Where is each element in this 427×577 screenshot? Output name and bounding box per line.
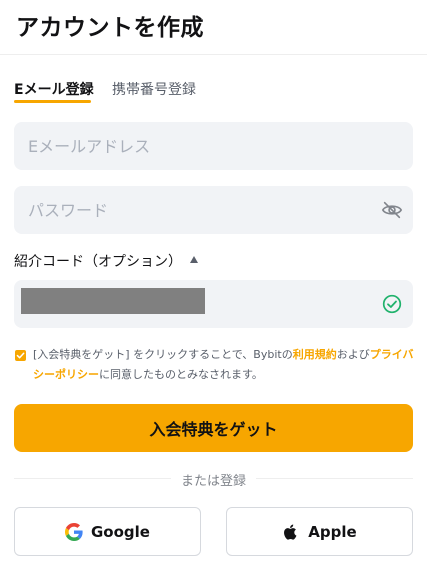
eye-off-icon[interactable] <box>381 199 403 221</box>
google-signup-button[interactable]: Google <box>14 507 201 556</box>
agreement-text-after: に同意したものとみなされます。 <box>99 368 263 381</box>
page-title: アカウントを作成 <box>16 15 204 41</box>
apple-logo-icon <box>284 524 297 540</box>
agreement-text: [入会特典をゲット] をクリックすることで、Bybitの利用規約およびプライバシ… <box>33 345 418 385</box>
terms-link[interactable]: 利用規約 <box>293 348 337 361</box>
tab-email-signup[interactable]: Eメール登録 <box>14 79 94 99</box>
agreement-text-before: [入会特典をゲット] をクリックすることで、Bybitの <box>33 348 293 361</box>
referral-code-redacted <box>21 288 205 314</box>
apple-button-label: Apple <box>308 522 357 541</box>
signup-screen: アカウントを作成 Eメール登録 携帯番号登録 紹介コード（オプション） [入会特… <box>0 0 427 577</box>
referral-code-field[interactable] <box>14 280 413 328</box>
header-divider <box>0 54 427 55</box>
google-button-label: Google <box>91 522 150 541</box>
agreement-text-middle: および <box>336 348 370 361</box>
apple-signup-button[interactable]: Apple <box>226 507 413 556</box>
google-logo-icon <box>65 522 83 541</box>
get-signup-bonus-button[interactable]: 入会特典をゲット <box>14 404 413 452</box>
email-field <box>14 122 413 170</box>
checkmark-icon <box>16 352 25 359</box>
caret-up-icon[interactable] <box>190 256 198 263</box>
active-tab-indicator <box>14 100 91 103</box>
password-field <box>14 186 413 234</box>
tab-phone-signup[interactable]: 携帯番号登録 <box>112 79 196 99</box>
or-signup-label: または登録 <box>170 474 256 489</box>
referral-code-label: 紹介コード（オプション） <box>14 254 182 270</box>
agreement-checkbox[interactable] <box>15 350 26 361</box>
email-input[interactable] <box>14 122 368 170</box>
check-circle-icon <box>382 294 402 314</box>
or-divider: または登録 <box>0 470 427 489</box>
password-input[interactable] <box>14 186 368 234</box>
